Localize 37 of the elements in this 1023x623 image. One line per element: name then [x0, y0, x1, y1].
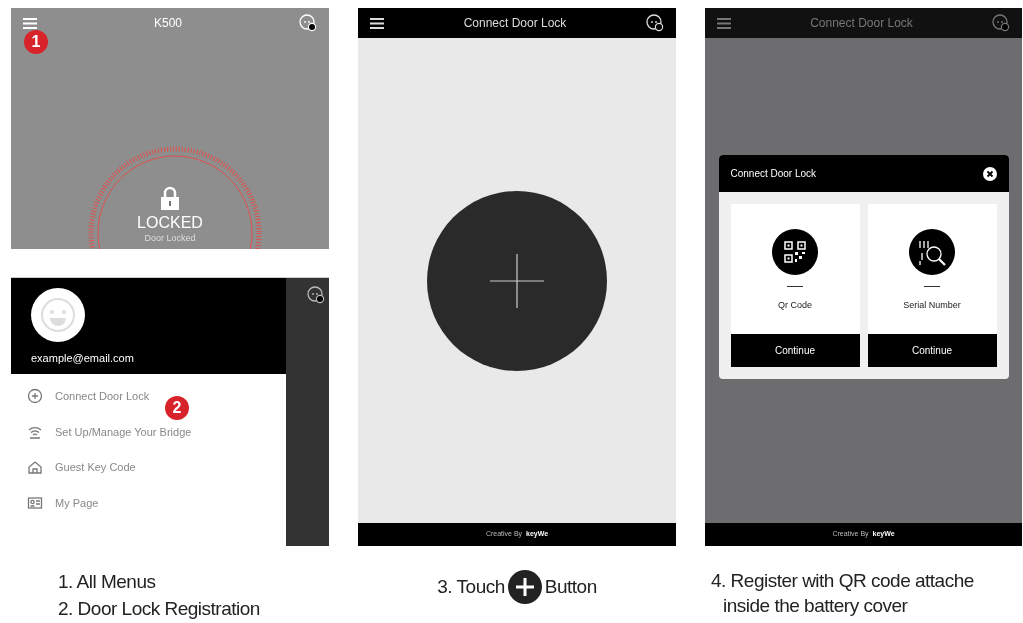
step-marker: 2 — [165, 396, 189, 420]
plus-circle-icon — [27, 388, 43, 405]
menu-item[interactable]: Connect Door Lock — [27, 388, 150, 405]
step-caption: 1. All Menus — [58, 570, 157, 594]
device-title: K500 — [154, 15, 182, 32]
user-email: example@email.com — [31, 350, 135, 366]
continue-button[interactable]: Continue — [867, 334, 997, 367]
dialog-title: Connect Door Lock — [730, 167, 817, 181]
face-badge-icon[interactable] — [307, 286, 325, 304]
avatar-icon — [31, 287, 85, 342]
option-label: Qr Code — [778, 299, 812, 312]
lock-detail: Door Locked — [144, 233, 196, 244]
menu-item[interactable]: Guest Key Code — [27, 459, 136, 476]
screen-title: Connect Door Lock — [463, 15, 567, 32]
plus-icon — [490, 253, 544, 308]
id-card-icon — [27, 494, 43, 511]
option-label: Serial Number — [903, 299, 961, 312]
step-caption: 4. Register with QR code attache — [711, 569, 975, 593]
house-icon — [27, 459, 43, 476]
menu-item[interactable]: Set Up/Manage Your Bridge — [27, 423, 192, 440]
face-badge-icon[interactable] — [646, 14, 664, 32]
padlock-icon — [160, 186, 180, 210]
step-caption: Button — [544, 574, 597, 599]
face-badge-icon[interactable] — [299, 14, 317, 32]
binary-magnifier-icon — [909, 229, 955, 275]
step-caption: 2. Door Lock Registration — [58, 597, 261, 621]
step-caption: inside the battery cover — [722, 594, 909, 618]
plus-circle-icon — [507, 570, 542, 604]
menu-item[interactable]: My Page — [27, 494, 99, 511]
close-icon[interactable] — [982, 166, 997, 181]
step-caption: 3. Touch — [437, 574, 505, 599]
screen-title: Connect Door Lock — [810, 15, 913, 32]
step-marker: 1 — [24, 30, 48, 54]
lock-status: LOCKED — [137, 213, 203, 233]
menu-icon[interactable] — [370, 17, 384, 29]
qr-code-icon — [772, 229, 818, 275]
continue-button[interactable]: Continue — [730, 334, 860, 367]
